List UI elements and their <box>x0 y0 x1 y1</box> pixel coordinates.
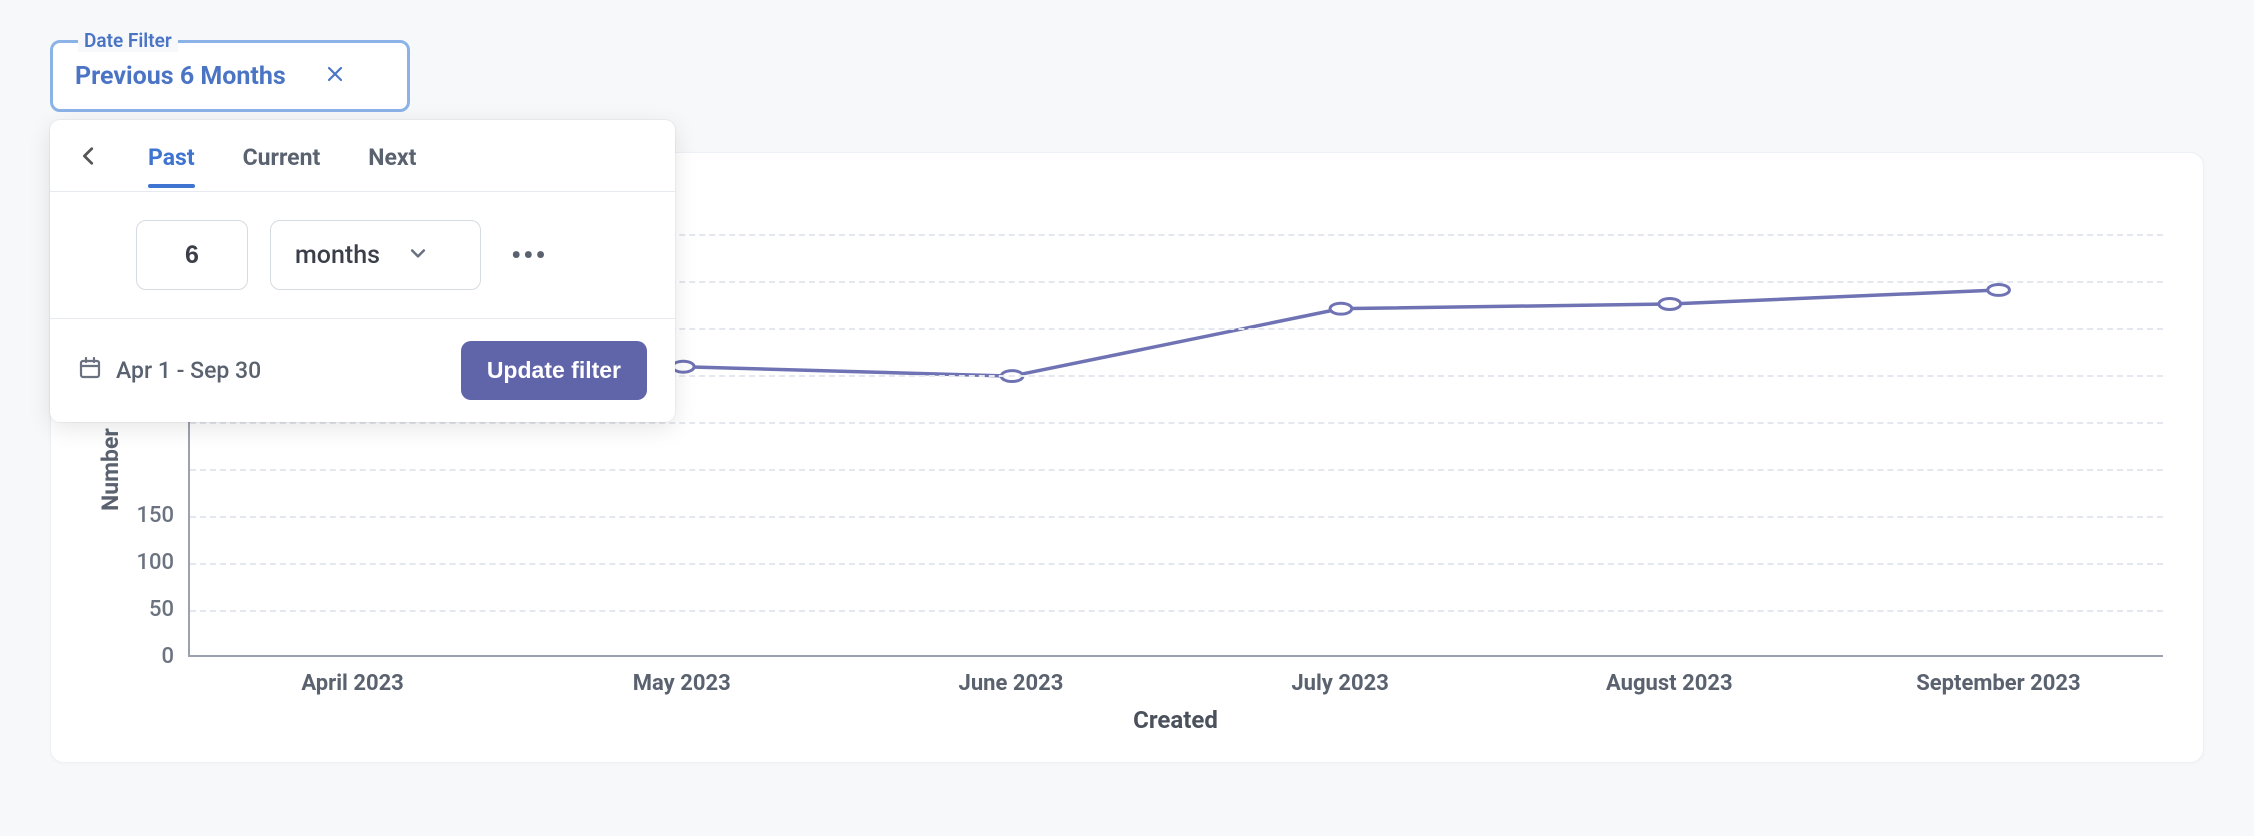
chevron-down-icon <box>408 243 428 267</box>
date-filter-legend: Date Filter <box>78 29 178 52</box>
x-axis: April 2023May 2023June 2023July 2023Augu… <box>188 657 2163 696</box>
x-tick: July 2023 <box>1176 671 1505 696</box>
grid-line <box>190 610 2163 612</box>
back-button[interactable] <box>78 145 100 167</box>
quantity-input[interactable] <box>136 220 248 290</box>
x-tick: April 2023 <box>188 671 517 696</box>
date-filter-field: Date Filter Previous 6 Months <box>50 40 410 112</box>
date-filter-popover: Past Current Next months ••• Apr 1 - Sep… <box>50 120 675 422</box>
calendar-icon <box>78 356 102 386</box>
grid-line <box>190 563 2163 565</box>
x-tick: June 2023 <box>846 671 1175 696</box>
grid-line <box>190 469 2163 471</box>
more-options-button[interactable]: ••• <box>503 231 556 280</box>
unit-select[interactable]: months <box>270 220 481 290</box>
tab-current[interactable]: Current <box>243 124 321 187</box>
unit-label: months <box>295 241 380 270</box>
grid-line <box>190 422 2163 424</box>
x-tick: May 2023 <box>517 671 846 696</box>
date-range-text: Apr 1 - Sep 30 <box>116 357 261 384</box>
tab-past[interactable]: Past <box>148 124 195 187</box>
update-filter-button[interactable]: Update filter <box>461 341 647 400</box>
x-axis-label: Created <box>188 706 2163 734</box>
x-tick: September 2023 <box>1834 671 2163 696</box>
grid-line <box>190 516 2163 518</box>
date-filter-value: Previous 6 Months <box>75 62 286 91</box>
tab-next[interactable]: Next <box>368 124 416 187</box>
x-tick: August 2023 <box>1505 671 1834 696</box>
close-icon[interactable] <box>326 64 344 88</box>
